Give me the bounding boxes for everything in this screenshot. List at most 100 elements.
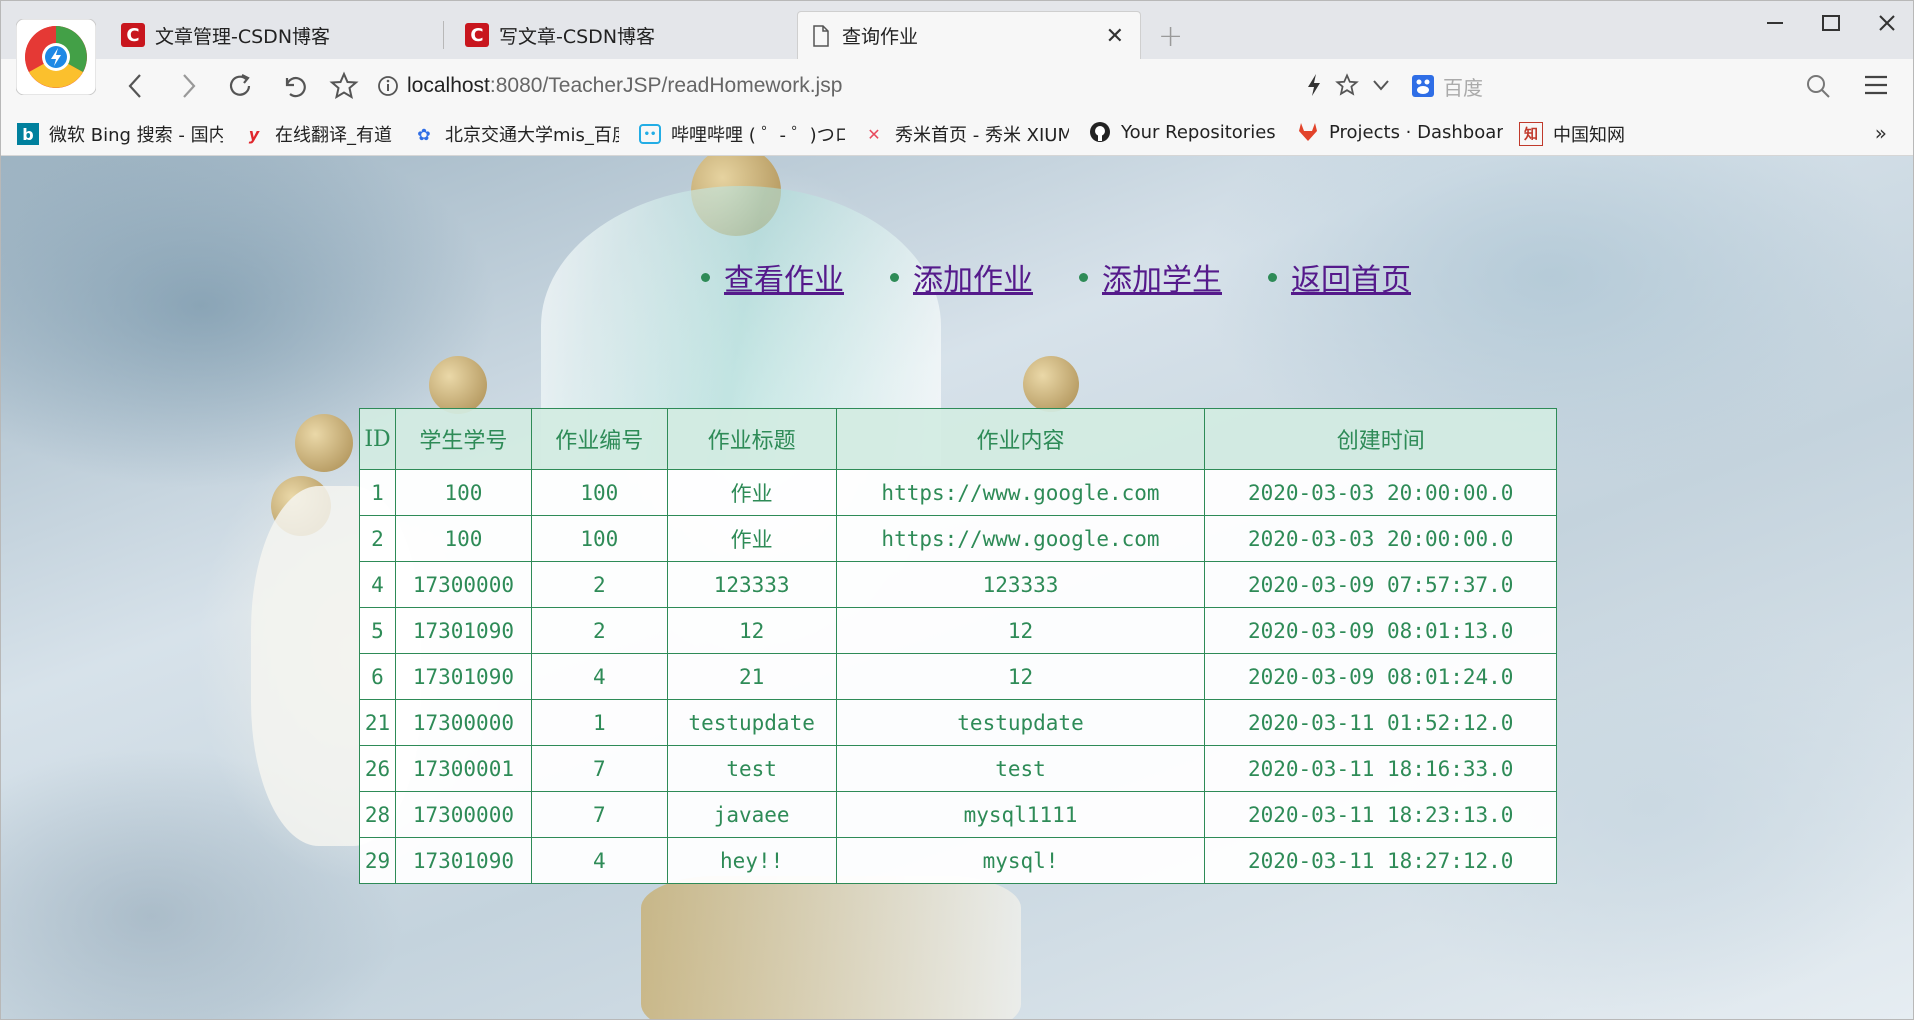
search-icon[interactable]: [1805, 73, 1831, 103]
baidu-icon: [1411, 74, 1435, 98]
cell-homework-content: https://www.google.com: [835, 469, 1206, 516]
close-tab-icon[interactable]: ✕: [1106, 24, 1124, 49]
table-row: 4 17300000 2 123333 123333 2020-03-09 07:57:3…: [359, 561, 1557, 608]
header-created-time: 创建时间: [1204, 408, 1557, 470]
bookmark-bing[interactable]: b 微软 Bing 搜索 - 国内: [17, 121, 223, 147]
bookmark-github[interactable]: Your Repositories: [1089, 121, 1285, 143]
menu-icon[interactable]: [1863, 73, 1889, 101]
bookmark-label: 秀米首页 - 秀米 XIUMI: [895, 125, 1069, 146]
bookmark-label: Your Repositories: [1121, 121, 1276, 143]
tab-csdn-manage[interactable]: C 文章管理-CSDN博客: [121, 11, 431, 59]
bookmark-bjtu[interactable]: ✿ 北京交通大学mis_百度: [413, 121, 619, 147]
back-icon[interactable]: [119, 69, 153, 103]
bookmark-bilibili[interactable]: •• 哔哩哔哩 ( ゜- ゜)つロ: [639, 121, 845, 147]
search-box[interactable]: 百度: [1411, 67, 1851, 105]
youdao-icon: y: [248, 124, 260, 144]
tab-csdn-write[interactable]: C 写文章-CSDN博客: [465, 11, 775, 59]
table-row: 1 100 100 作业 https://www.google.com 2020-03-0…: [359, 469, 1557, 516]
ornament-ball-image: [295, 414, 353, 472]
cell-student-id: 17301090: [394, 653, 532, 700]
star-icon[interactable]: [327, 69, 361, 103]
nav-link-add-homework[interactable]: 添加作业: [913, 255, 1033, 299]
nav-link-home[interactable]: 返回首页: [1291, 255, 1411, 299]
nav-link-view-homework[interactable]: 查看作业: [724, 255, 844, 299]
bookmark-label: 中国知网: [1553, 125, 1625, 146]
table-row: 28 17300000 7 javaee mysql1111 2020-03-11 18:…: [359, 791, 1557, 838]
bookmark-label: 北京交通大学mis_百度: [445, 125, 619, 146]
carousel-base-image: [641, 876, 1021, 1019]
header-homework-no: 作业编号: [530, 408, 668, 470]
page-icon: [812, 24, 830, 47]
lightning-icon[interactable]: [1305, 73, 1323, 101]
gitlab-icon: [1297, 121, 1319, 143]
header-homework-content: 作业内容: [835, 408, 1206, 470]
table-row: 21 17300000 1 testupdate testupdate 2020-03-1…: [359, 699, 1557, 746]
cell-homework-no: 1: [530, 699, 668, 746]
forward-icon[interactable]: [171, 69, 205, 103]
cell-homework-no: 4: [530, 837, 668, 884]
cell-homework-title: 作业: [666, 469, 837, 516]
address-bar[interactable]: localhost:8080/TeacherJSP/readHomework.j…: [377, 67, 1391, 105]
cell-student-id: 17300000: [394, 561, 532, 608]
cell-homework-no: 7: [530, 791, 668, 838]
top-nav: 查看作业 添加作业 添加学生 返回首页: [661, 255, 1457, 299]
cnki-icon: 知: [1519, 122, 1543, 146]
cell-homework-title: 作业: [666, 515, 837, 562]
tab-label: 文章管理-CSDN博客: [155, 25, 331, 48]
info-icon[interactable]: [377, 75, 399, 97]
minimize-icon[interactable]: [1765, 13, 1785, 39]
cell-homework-title: 123333: [666, 561, 837, 608]
bookmark-cnki[interactable]: 知 中国知网: [1519, 121, 1649, 147]
table-row: 29 17301090 4 hey!! mysql! 2020-03-11 18:27:1…: [359, 837, 1557, 884]
undo-icon[interactable]: [277, 69, 311, 103]
bookmark-label: 在线翻译_有道: [275, 125, 392, 146]
tab-label: 写文章-CSDN博客: [499, 25, 656, 48]
cell-created-time: 2020-03-11 18:27:12.0: [1204, 837, 1557, 884]
cell-homework-no: 2: [530, 607, 668, 654]
url-path: :8080/TeacherJSP/readHomework.jsp: [489, 74, 843, 97]
cell-created-time: 2020-03-03 20:00:00.0: [1204, 515, 1557, 562]
favorite-icon[interactable]: [1335, 73, 1359, 101]
cell-student-id: 17300001: [394, 745, 532, 792]
maximize-icon[interactable]: [1821, 13, 1841, 39]
url-host: localhost: [407, 74, 490, 97]
new-tab-icon[interactable]: +: [1158, 19, 1183, 54]
cell-homework-title: 21: [666, 653, 837, 700]
cell-homework-no: 7: [530, 745, 668, 792]
close-window-icon[interactable]: [1877, 13, 1897, 39]
baidu-icon: ✿: [417, 124, 431, 144]
cell-homework-title: 12: [666, 607, 837, 654]
tab-separator: [443, 21, 444, 49]
cell-id: 21: [359, 699, 396, 746]
bookmarks-bar: b 微软 Bing 搜索 - 国内 y 在线翻译_有道 ✿ 北京交通大学mis_…: [1, 113, 1913, 156]
header-student-id: 学生学号: [394, 408, 532, 470]
reload-icon[interactable]: [223, 69, 257, 103]
cell-homework-content: test: [835, 745, 1206, 792]
bookmark-gitlab[interactable]: Projects · Dashboard: [1297, 121, 1503, 143]
cell-student-id: 17300000: [394, 699, 532, 746]
chevron-down-icon[interactable]: [1371, 75, 1391, 99]
nav-link-add-student[interactable]: 添加学生: [1102, 255, 1222, 299]
cell-id: 26: [359, 745, 396, 792]
cell-homework-content: https://www.google.com: [835, 515, 1206, 562]
table-header-row: ID 学生学号 作业编号 作业标题 作业内容 创建时间: [359, 408, 1557, 470]
cell-created-time: 2020-03-09 08:01:24.0: [1204, 653, 1557, 700]
url-text[interactable]: localhost:8080/TeacherJSP/readHomework.j…: [407, 74, 842, 98]
nav-item-home: 返回首页: [1268, 255, 1411, 299]
table-row: 2 100 100 作业 https://www.google.com 2020-03-0…: [359, 515, 1557, 562]
cell-created-time: 2020-03-11 01:52:12.0: [1204, 699, 1557, 746]
search-placeholder: 百度: [1443, 75, 1483, 100]
bookmark-youdao[interactable]: y 在线翻译_有道: [243, 121, 399, 147]
tab-homework-query[interactable]: 查询作业 ✕: [797, 11, 1141, 59]
cell-student-id: 17301090: [394, 837, 532, 884]
nav-item-add-homework: 添加作业: [890, 255, 1033, 299]
tab-strip: C 文章管理-CSDN博客 C 写文章-CSDN博客 查询作业 ✕ +: [1, 1, 1913, 59]
cell-homework-content: mysql!: [835, 837, 1206, 884]
github-icon: [1089, 121, 1111, 143]
csdn-icon: C: [465, 23, 489, 47]
cell-homework-no: 100: [530, 469, 668, 516]
cell-created-time: 2020-03-09 07:57:37.0: [1204, 561, 1557, 608]
bookmark-xiumi[interactable]: ✕ 秀米首页 - 秀米 XIUMI: [863, 121, 1069, 147]
address-actions: [1305, 73, 1391, 101]
bookmarks-more-icon[interactable]: »: [1875, 121, 1887, 145]
